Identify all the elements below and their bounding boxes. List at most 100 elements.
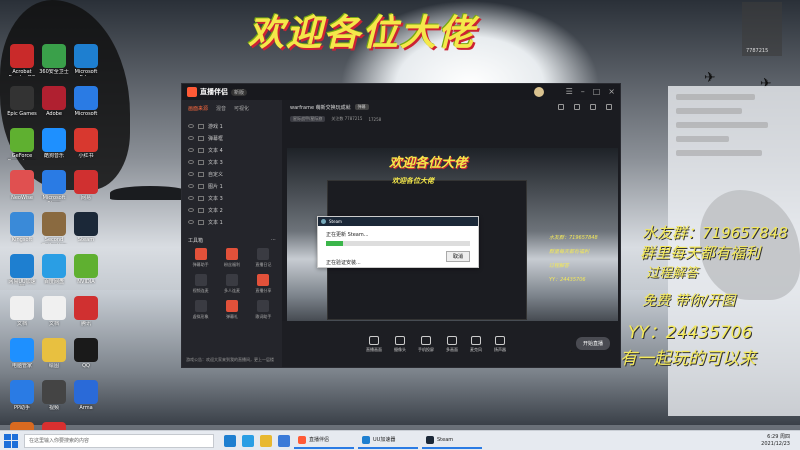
visibility-icon[interactable] <box>188 172 194 176</box>
taskbar-app[interactable]: 直播伴侣 <box>294 433 354 449</box>
tool-item[interactable]: 粉丝福利 <box>217 248 246 268</box>
stream-title[interactable]: warframe 萌新交换玩成就 <box>290 104 351 111</box>
desktop-shortcut[interactable]: GeForce Experience <box>6 128 38 160</box>
desktop-shortcut[interactable]: NVIDIA <box>70 254 102 286</box>
sidebar-tab[interactable]: 画面来源 <box>188 105 208 112</box>
source-item[interactable]: 文本 2 <box>188 204 276 216</box>
desktop-shortcut[interactable]: 小红书 <box>70 128 102 160</box>
desktop-shortcut[interactable]: 网易UU加速器 <box>6 254 38 286</box>
source-item[interactable]: 文本 4 <box>188 144 276 156</box>
sidebar-tab[interactable]: 可视化 <box>234 105 249 112</box>
taskbar-clock[interactable]: 6:29 周四 2021/12/23 <box>761 434 790 448</box>
desktop-shortcut[interactable]: Steam <box>70 212 102 244</box>
user-avatar[interactable] <box>533 87 544 97</box>
source-item[interactable]: 弹幕框 <box>188 132 276 144</box>
desktop-shortcut[interactable]: 360安全卫士 <box>38 44 70 76</box>
desktop-shortcut[interactable]: 网易 <box>70 170 102 202</box>
desktop-shortcut[interactable]: NeoWise <box>6 170 38 202</box>
visibility-icon[interactable] <box>188 160 194 164</box>
bottom-tool[interactable]: 多画面 <box>446 335 458 353</box>
source-item[interactable]: 图片 1 <box>188 180 276 192</box>
desktop-shortcut[interactable]: 文档 <box>38 296 70 328</box>
desktop-shortcut[interactable]: Adobe <box>38 86 70 118</box>
desktop-shortcut[interactable]: Epic Games <box>6 86 38 118</box>
source-item[interactable]: 游戏 1 <box>188 120 276 132</box>
shortcut-label: 酷狗音乐 <box>43 153 64 159</box>
taskbar-search-input[interactable]: 在这里输入你要搜索的内容 <box>24 433 214 448</box>
tool-item[interactable]: 多人连麦 <box>217 274 246 294</box>
edge-icon[interactable] <box>242 434 254 447</box>
app-version-badge[interactable]: 新版 <box>231 88 248 96</box>
bottom-tool[interactable]: 手机投屏 <box>418 335 434 353</box>
taskbar-app[interactable]: UU加速器 <box>358 433 418 449</box>
header-icon[interactable] <box>574 104 580 110</box>
tool-item[interactable]: 直播分享 <box>249 274 278 294</box>
tool-item[interactable]: 直播日记 <box>249 248 278 268</box>
desktop-shortcut[interactable]: 百度网盘 <box>38 254 70 286</box>
app-shortcut-icon <box>74 380 98 404</box>
desktop-shortcut[interactable]: QQ <box>70 338 102 370</box>
app-shortcut-icon <box>74 44 98 68</box>
tool-item[interactable]: 弹幕助手 <box>186 248 215 268</box>
sidebar-tab[interactable]: 混音 <box>216 105 226 112</box>
task-view-icon[interactable] <box>224 434 236 447</box>
desktop-shortcut[interactable]: Second Collective <box>38 212 70 244</box>
desktop-shortcut[interactable]: Arma <box>70 380 102 412</box>
store-icon[interactable] <box>278 434 290 447</box>
source-item[interactable]: 自定义 <box>188 168 276 180</box>
maximize-icon[interactable]: □ <box>593 87 601 97</box>
visibility-icon[interactable] <box>188 148 194 152</box>
desktop-shortcut[interactable]: 绘图 <box>38 338 70 370</box>
minimize-icon[interactable]: – <box>581 87 585 97</box>
desktop-shortcut[interactable]: 视频 <box>38 380 70 412</box>
stream-tag[interactable]: 弹幕 <box>354 104 369 110</box>
visibility-icon[interactable] <box>188 196 194 200</box>
desktop-shortcut[interactable]: Acrobat Reader DC <box>6 44 38 76</box>
tool-item[interactable]: 歌词助手 <box>249 300 278 320</box>
stream-preview[interactable]: 欢迎各位大佬 欢迎各位大佬 水友群：719657848 群里每天都有福利 过程解… <box>287 148 618 333</box>
desktop-shortcut[interactable]: PP助手 <box>6 380 38 412</box>
visibility-icon[interactable] <box>188 124 194 128</box>
desktop-shortcut[interactable]: Microsoft <box>70 86 102 118</box>
start-live-button[interactable]: 开始直播 <box>575 337 610 350</box>
tools-grid: 弹幕助手 粉丝福利 直播日记视频连麦 多人连麦 直播分享虚拟形象 弹幕礼 歌词助手 <box>182 248 282 320</box>
tool-item[interactable]: 弹幕礼 <box>217 300 246 320</box>
desktop-shortcut[interactable]: 文档 <box>6 296 38 328</box>
bottom-tool[interactable]: 麦克风 <box>470 335 482 353</box>
tools-more-icon[interactable]: ⋯ <box>271 237 276 244</box>
app-shortcut-icon <box>10 380 34 404</box>
bottom-tool[interactable]: 直播画面 <box>366 335 382 353</box>
desktop-shortcut[interactable]: Kingsoft <box>6 212 38 244</box>
visibility-icon[interactable] <box>188 208 194 212</box>
header-icon[interactable] <box>558 104 564 110</box>
desktop-shortcut[interactable]: 电脑管家 <box>6 338 38 370</box>
visibility-icon[interactable] <box>188 184 194 188</box>
source-item[interactable]: 文本 1 <box>188 216 276 228</box>
file-explorer-icon[interactable] <box>260 434 272 447</box>
tool-label: 歌词助手 <box>255 314 272 319</box>
desktop-shortcut[interactable]: Microsoft Store <box>38 170 70 202</box>
close-icon[interactable]: × <box>608 87 615 97</box>
shortcut-label: Arma <box>79 405 93 411</box>
header-icon[interactable] <box>606 104 612 110</box>
desktop-shortcut[interactable]: 酷狗音乐 <box>38 128 70 160</box>
visibility-icon[interactable] <box>188 136 194 140</box>
source-item[interactable]: 文本 3 <box>188 192 276 204</box>
bottom-tool[interactable]: 摄像头 <box>394 335 406 353</box>
desktop-shortcut[interactable]: Microsoft Edge <box>70 44 102 76</box>
header-icon[interactable] <box>590 104 596 110</box>
menu-icon[interactable]: ☰ <box>566 87 573 97</box>
source-item[interactable]: 文本 3 <box>188 156 276 168</box>
desktop-shortcut[interactable]: 腾讯 <box>70 296 102 328</box>
top-right-number: 7787215 <box>746 48 769 54</box>
taskbar-app[interactable]: Steam <box>422 433 482 449</box>
source-label: 文本 3 <box>208 159 223 166</box>
bottom-tool[interactable]: 扬声器 <box>494 335 506 353</box>
tool-item[interactable]: 视频连麦 <box>186 274 215 294</box>
start-button[interactable] <box>4 433 18 448</box>
game-category-badge[interactable]: 星际战甲/星际旅 <box>290 116 326 122</box>
app-shortcut-icon <box>10 86 34 110</box>
tool-item[interactable]: 虚拟形象 <box>186 300 215 320</box>
visibility-icon[interactable] <box>188 220 194 224</box>
steam-cancel-button[interactable]: 取消 <box>445 251 470 262</box>
